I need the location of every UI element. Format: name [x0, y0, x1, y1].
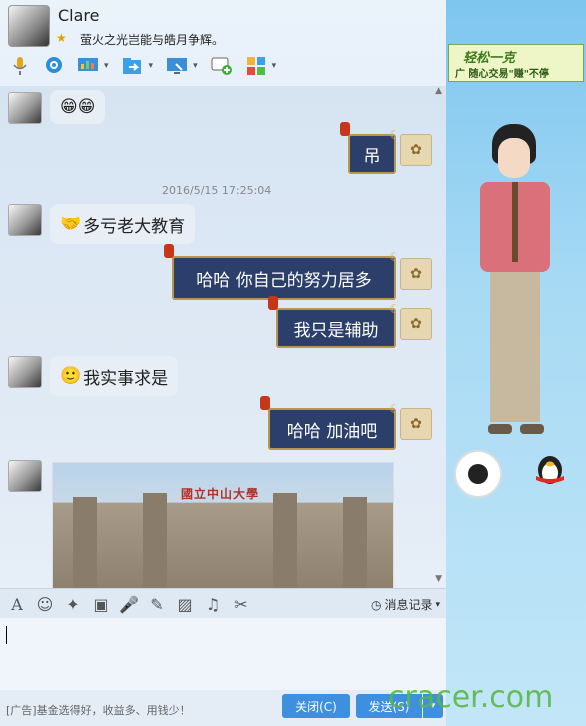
figure-tie: [512, 182, 518, 262]
message-text: 吊: [363, 146, 381, 167]
signature-text: 萤火之光岂能与皓月争辉。: [80, 33, 225, 47]
input-toolbar: A ☺ ✦ ▣ 🎤 ✎ ▨ ♫ ✂ ◷ 消息记录 ▾: [0, 588, 446, 619]
font-icon[interactable]: A: [6, 593, 28, 615]
message-bubble[interactable]: 😁😁: [50, 90, 106, 124]
message-text: 哈哈 你自己的努力居多: [196, 270, 372, 291]
moon-icon: ☾: [389, 302, 400, 316]
figure-shoe: [488, 424, 512, 434]
apps-icon[interactable]: [242, 54, 270, 78]
emoji-icon[interactable]: ☺: [34, 593, 56, 615]
message-text: 多亏老大教育: [83, 216, 186, 237]
my-avatar[interactable]: ✿: [400, 134, 432, 166]
voice-icon[interactable]: 🎤: [118, 593, 140, 615]
gate-pillar: [143, 493, 167, 588]
microphone-icon[interactable]: [6, 54, 34, 78]
avatar[interactable]: [8, 92, 42, 124]
screen-share-icon[interactable]: [74, 54, 102, 78]
banner-title: 轻松一克: [463, 51, 516, 66]
close-button[interactable]: 关闭(C): [282, 694, 350, 718]
moon-icon: ☾: [389, 402, 400, 416]
message-bubble[interactable]: ☾ 哈哈 你自己的努力居多: [164, 244, 400, 300]
contact-avatar[interactable]: [8, 5, 50, 47]
qq-show-figure[interactable]: [462, 124, 572, 444]
gate-pillar: [273, 493, 297, 588]
scissors-icon[interactable]: ✂: [230, 593, 252, 615]
contact-mini-avatar[interactable]: [454, 450, 502, 498]
lantern-icon: [268, 296, 278, 310]
image-icon[interactable]: ▨: [174, 593, 196, 615]
figure-pants: [490, 272, 540, 422]
message-text: 😁😁: [60, 97, 96, 117]
message-text: 哈哈 加油吧: [286, 421, 378, 442]
chevron-down-icon[interactable]: ▾: [149, 61, 154, 71]
lantern-icon: [164, 244, 174, 258]
chevron-down-icon[interactable]: ▾: [193, 61, 198, 71]
message-text: 我只是辅助: [293, 320, 379, 341]
history-button[interactable]: ◷ 消息记录 ▾: [371, 596, 440, 613]
lantern-icon: [260, 396, 270, 410]
chat-history[interactable]: ▲ 😁😁 ☾ 吊 ✿ 2016/5/15 17:25:04 🤝 多亏老大教育 ☾…: [0, 86, 446, 588]
remote-desktop-icon[interactable]: [163, 54, 191, 78]
message-input[interactable]: [0, 618, 446, 690]
chevron-down-icon[interactable]: ▾: [272, 61, 277, 71]
my-avatar[interactable]: ✿: [400, 258, 432, 290]
lantern-icon: [340, 122, 350, 136]
timestamp: 2016/5/15 17:25:04: [162, 184, 272, 197]
message-bubble[interactable]: ☾ 哈哈 加油吧: [260, 396, 400, 450]
my-avatar[interactable]: ✿: [400, 308, 432, 340]
star-icon: ★: [56, 31, 67, 45]
chat-header: Clare ★ 萤火之光岂能与皓月争辉。 ▾ ▾ ▾ ▾: [0, 0, 446, 86]
message-bubble[interactable]: 🙂 我实事求是: [50, 356, 179, 396]
text-cursor: [6, 626, 7, 644]
banner-subtitle: 广 随心交易"赚"不停: [455, 69, 549, 80]
gate-pillar: [73, 497, 97, 588]
message-text: 我实事求是: [83, 368, 169, 389]
chat-footer: [广告]基金选得好，收益多、用钱少！ 关闭(C) 发送(S) ▾: [0, 690, 446, 726]
gate-pillar: [343, 497, 367, 588]
scroll-up-icon[interactable]: ▲: [435, 86, 442, 96]
clock-icon: ◷: [370, 597, 382, 612]
moon-icon: ☾: [389, 250, 400, 264]
figure-shoe: [520, 424, 544, 434]
chat-window: Clare ★ 萤火之光岂能与皓月争辉。 ▾ ▾ ▾ ▾ ▲ 😁😁 ☾ 吊 ✿ …: [0, 0, 586, 726]
edit-icon[interactable]: ✎: [146, 593, 168, 615]
shake-icon[interactable]: ▣: [90, 593, 112, 615]
handshake-icon: 🤝: [60, 214, 82, 234]
contact-nickname[interactable]: Clare: [58, 6, 100, 25]
chat-toolbar: ▾ ▾ ▾ ▾: [6, 52, 280, 80]
smile-icon: 🙂: [60, 366, 82, 386]
message-bubble[interactable]: 🤝 多亏老大教育: [50, 204, 196, 244]
show-panel: 轻松一克 广 随心交易"赚"不停: [446, 0, 586, 726]
my-avatar[interactable]: ✿: [400, 408, 432, 440]
moon-icon: ☾: [389, 128, 400, 142]
avatar[interactable]: [8, 204, 42, 236]
chevron-down-icon: ▾: [435, 599, 440, 610]
scroll-down-icon[interactable]: ▼: [435, 574, 442, 584]
message-bubble[interactable]: ☾ 我只是辅助: [268, 296, 400, 348]
magic-icon[interactable]: ✦: [62, 593, 84, 615]
add-chat-icon[interactable]: [208, 54, 236, 78]
contact-signature: ★ 萤火之光岂能与皓月争辉。: [56, 31, 225, 48]
avatar[interactable]: [8, 356, 42, 388]
camera-icon[interactable]: [40, 54, 68, 78]
history-label: 消息记录: [384, 598, 433, 612]
qq-penguin-icon[interactable]: [532, 452, 568, 488]
chevron-down-icon[interactable]: ▾: [104, 61, 109, 71]
music-icon[interactable]: ♫: [202, 593, 224, 615]
ad-banner[interactable]: 轻松一克 广 随心交易"赚"不停: [448, 44, 584, 82]
message-bubble[interactable]: ☾ 吊: [340, 122, 400, 174]
file-transfer-icon[interactable]: [119, 54, 147, 78]
photo-caption: 國立中山大學: [181, 487, 260, 501]
ad-text[interactable]: [广告]基金选得好，收益多、用钱少！: [6, 702, 191, 718]
figure-face: [498, 138, 530, 178]
watermark: cracer.com: [388, 680, 554, 715]
image-message[interactable]: 國立中山大學: [52, 462, 394, 588]
avatar[interactable]: [8, 460, 42, 492]
